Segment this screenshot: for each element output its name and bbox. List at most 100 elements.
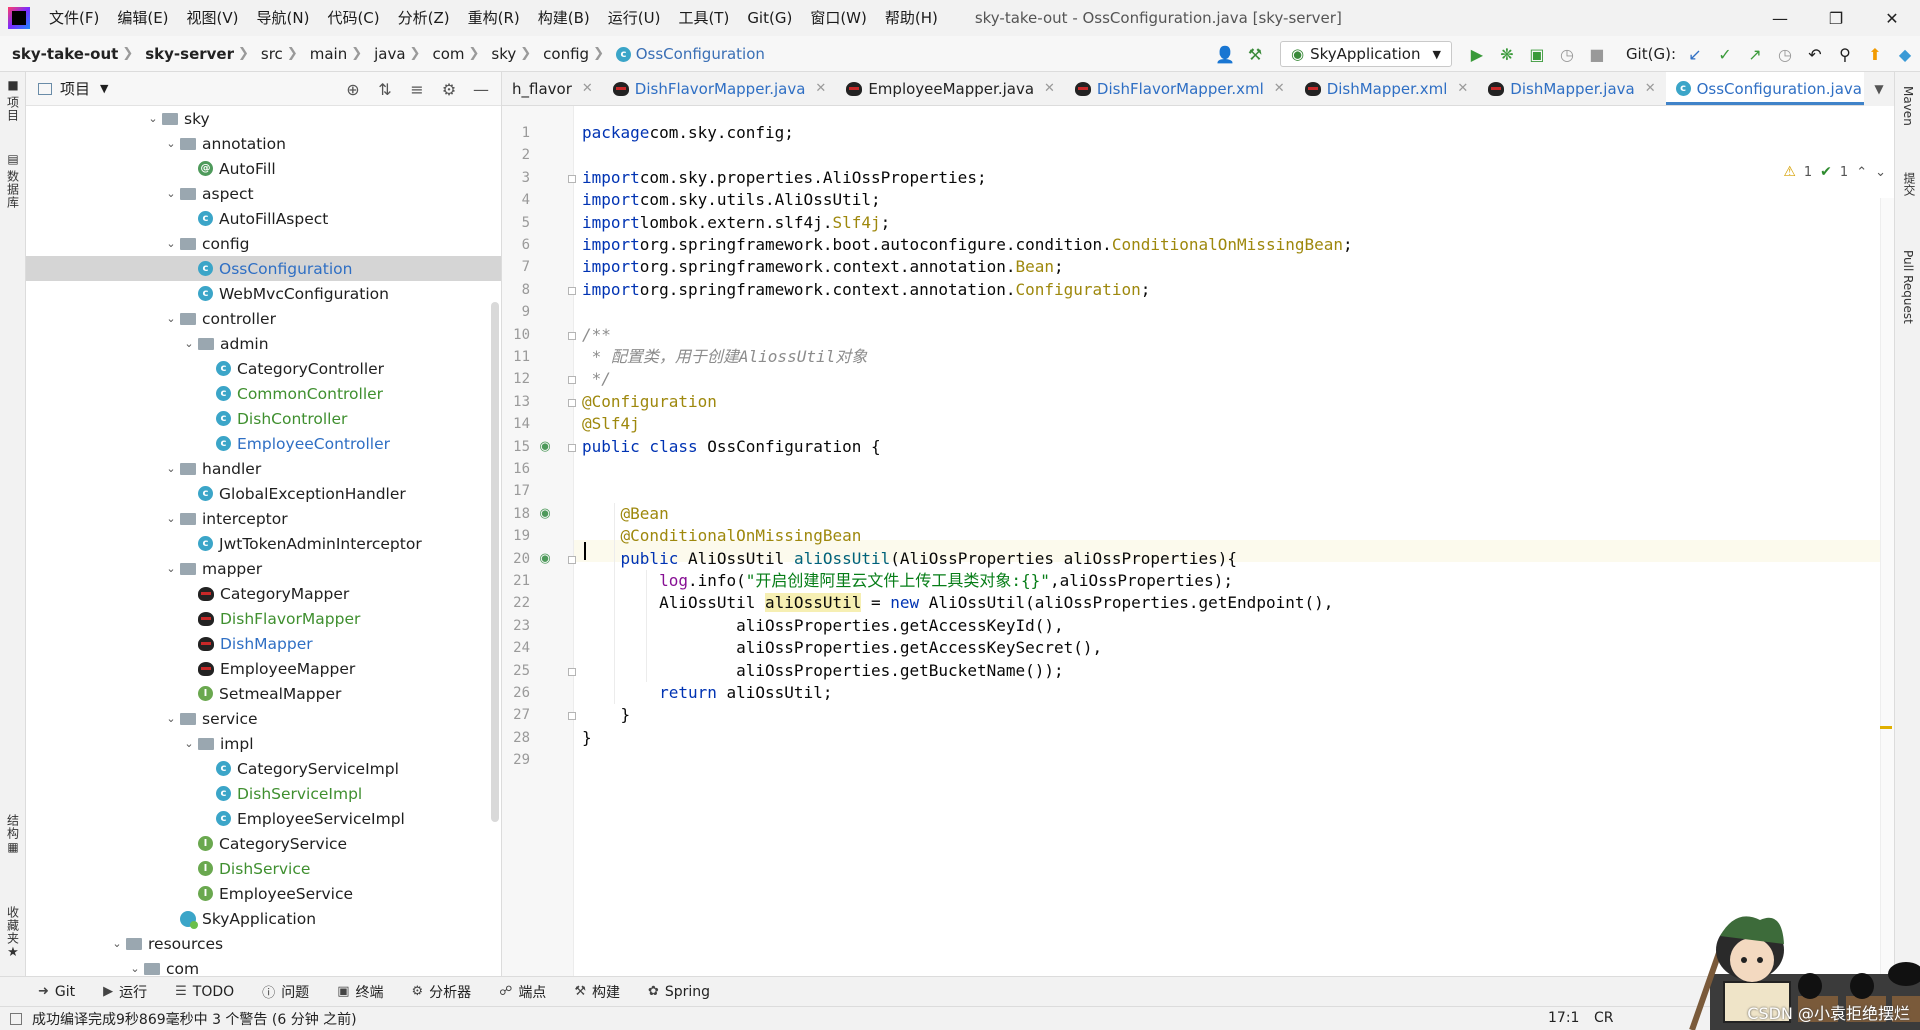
line-number[interactable]: 27 [502, 707, 530, 723]
editor-tab[interactable]: h_flavor ✕ [502, 72, 603, 105]
breadcrumb-item[interactable]: com [420, 45, 468, 63]
line-number[interactable]: 22 [502, 595, 530, 611]
chevron-up-icon[interactable]: ⌃ [1856, 165, 1867, 180]
close-icon[interactable]: ✕ [1044, 81, 1055, 96]
code-line[interactable]: importlombok.extern.slf4j.Slf4j; [582, 212, 890, 234]
tree-item[interactable]: CategoryMapper [26, 581, 501, 606]
bottom-tool-profiler[interactable]: ⚙ 分析器 [411, 982, 471, 1002]
bottom-tool-build[interactable]: ⚒ 构建 [574, 982, 620, 1002]
code-line[interactable]: AliOssUtil aliOssUtil = new AliOssUtil(a… [582, 592, 1333, 614]
profile-icon[interactable]: ◷ [1552, 36, 1582, 72]
update-icon[interactable]: ⬆ [1860, 36, 1890, 72]
bottom-tool-run[interactable]: ▶ 运行 [103, 982, 147, 1002]
close-icon[interactable]: ✕ [1457, 81, 1468, 96]
code-line[interactable]: importorg.springframework.context.annota… [582, 256, 1064, 278]
tree-item[interactable]: ⌄ sky [26, 106, 501, 131]
line-number[interactable]: 10 [502, 327, 530, 343]
menu-item[interactable]: 分析(Z) [389, 0, 459, 36]
code-line[interactable]: aliOssProperties.getAccessKeyId(), [582, 615, 1064, 637]
editor-tab[interactable]: DishMapper.java ✕ [1478, 72, 1665, 105]
code-line[interactable]: */ [582, 368, 611, 390]
line-number[interactable]: 14 [502, 416, 530, 432]
tree-item[interactable]: c AutoFillAspect [26, 206, 501, 231]
tree-item[interactable]: ⌄ interceptor [26, 506, 501, 531]
tree-item[interactable]: ⌄ mapper [26, 556, 501, 581]
menu-item[interactable]: 代码(C) [318, 0, 388, 36]
line-number[interactable]: 17 [502, 483, 530, 499]
build-hammer-icon[interactable]: ⚒ [1240, 36, 1270, 72]
tree-item[interactable]: c OssConfiguration [26, 256, 501, 281]
menu-item[interactable]: 窗口(W) [801, 0, 876, 36]
line-number[interactable]: 4 [502, 192, 530, 208]
line-number[interactable]: 13 [502, 394, 530, 410]
close-icon[interactable]: ✕ [582, 81, 593, 96]
line-number[interactable]: 26 [502, 685, 530, 701]
tab-database[interactable]: ▤ 数据库 [0, 152, 26, 209]
tree-item[interactable]: SkyApplication [26, 906, 501, 931]
editor-tab[interactable]: DishMapper.xml ✕ [1295, 72, 1479, 105]
hide-icon[interactable]: — [465, 80, 497, 99]
code-line[interactable]: importcom.sky.properties.AliOssPropertie… [582, 167, 987, 189]
tree-item[interactable]: ⌄ annotation [26, 131, 501, 156]
tree-item[interactable]: c CategoryController [26, 356, 501, 381]
line-number[interactable]: 16 [502, 461, 530, 477]
line-number[interactable]: 7 [502, 259, 530, 275]
line-number[interactable]: 1 [502, 125, 530, 141]
code-line[interactable]: aliOssProperties.getAccessKeySecret(), [582, 637, 1102, 659]
close-icon[interactable]: ✕ [815, 81, 826, 96]
menu-item[interactable]: 帮助(H) [876, 0, 947, 36]
breadcrumb-item[interactable]: java [362, 45, 409, 63]
tree-item[interactable]: ⌄ com [26, 956, 501, 977]
project-view-selector[interactable]: 项目 ▼ [32, 78, 108, 99]
breadcrumb-item[interactable]: main [298, 45, 351, 63]
gear-icon[interactable]: ⚙ [433, 80, 465, 99]
chevron-down-icon[interactable]: ⌄ [162, 237, 180, 250]
code-line[interactable]: } [582, 704, 631, 726]
tree-item[interactable]: ⌄ config [26, 231, 501, 256]
tree-item[interactable]: c EmployeeController [26, 431, 501, 456]
user-icon[interactable]: 👤 [1210, 36, 1240, 72]
breadcrumb-file[interactable]: c OssConfiguration [604, 45, 769, 63]
fold-marker-icon[interactable] [568, 443, 576, 452]
run-icon[interactable]: ▶ [1462, 36, 1492, 72]
tree-item[interactable]: EmployeeMapper [26, 656, 501, 681]
chevron-down-icon[interactable]: ⌄ [180, 737, 198, 750]
fold-marker-icon[interactable] [568, 331, 576, 340]
chevron-down-icon[interactable]: ⌄ [108, 937, 126, 950]
breadcrumb-project[interactable]: sky-take-out [0, 45, 122, 63]
tree-item[interactable]: I CategoryService [26, 831, 501, 856]
chevron-down-icon[interactable]: ⌄ [162, 312, 180, 325]
line-number[interactable]: 6 [502, 237, 530, 253]
tree-scrollbar[interactable] [491, 302, 499, 822]
debug-icon[interactable]: ❋ [1492, 36, 1522, 72]
tree-item[interactable]: c JwtTokenAdminInterceptor [26, 531, 501, 556]
bottom-tool-endpoints[interactable]: ☍ 端点 [499, 982, 546, 1002]
bottom-tool-problems[interactable]: ⓘ 问题 [262, 982, 309, 1002]
coverage-icon[interactable]: ▣ [1522, 36, 1552, 72]
chevron-down-icon[interactable]: ⌄ [162, 562, 180, 575]
code-line[interactable]: log.info("开启创建阿里云文件上传工具类对象:{}",aliOssPro… [582, 570, 1233, 592]
git-push-icon[interactable]: ↗ [1740, 36, 1770, 72]
plugin-icon[interactable]: ◆ [1890, 36, 1920, 72]
breadcrumb-item[interactable]: sky [479, 45, 520, 63]
chevron-down-icon[interactable]: ⌄ [162, 137, 180, 150]
status-message[interactable]: 成功编译完成9秒869毫秒中 3 个警告 (6 分钟 之前) [32, 1009, 357, 1029]
code-line[interactable]: @Slf4j [582, 413, 640, 435]
tree-item[interactable]: DishMapper [26, 631, 501, 656]
line-number[interactable]: 5 [502, 215, 530, 231]
tab-pull-request[interactable]: Pull Request [1901, 250, 1915, 324]
chevron-down-icon[interactable]: ⌄ [162, 187, 180, 200]
fold-marker-icon[interactable] [568, 174, 576, 183]
code-line[interactable]: /** [582, 324, 611, 346]
code-line[interactable]: * 配置类，用于创建AliossUtil对象 [582, 346, 868, 368]
stop-icon[interactable]: ■ [1582, 36, 1612, 72]
code-line[interactable]: return aliOssUtil; [582, 682, 832, 704]
spring-bean-icon[interactable]: ◉ [536, 439, 554, 455]
line-number[interactable]: 23 [502, 618, 530, 634]
fold-marker-icon[interactable] [568, 555, 576, 564]
menu-item[interactable]: 文件(F) [40, 0, 108, 36]
line-number[interactable]: 19 [502, 528, 530, 544]
error-stripe[interactable] [1880, 198, 1894, 976]
menu-item[interactable]: 重构(R) [459, 0, 529, 36]
fold-marker-icon[interactable] [568, 286, 576, 295]
